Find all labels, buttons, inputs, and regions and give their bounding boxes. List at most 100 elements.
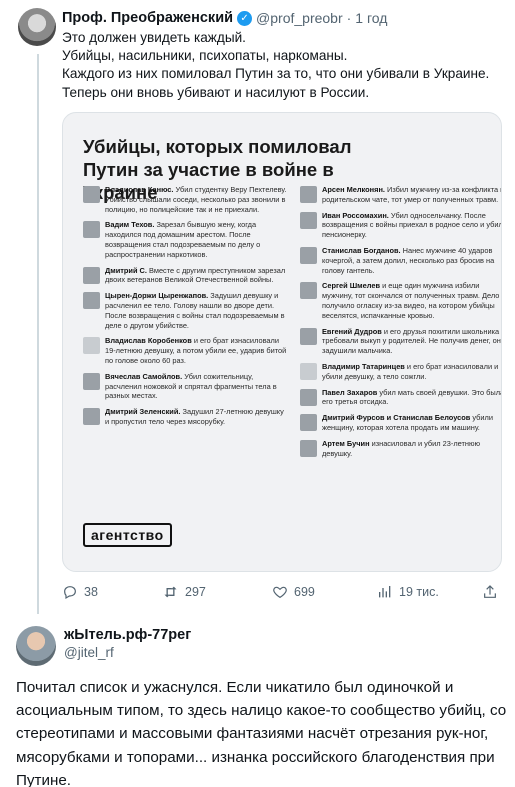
entry-text: Владимир Татаринцев и его брат изнасилов… (322, 361, 501, 382)
tweet-time[interactable]: 1 год (355, 10, 387, 26)
perpetrator-entry: Дмитрий С. Вместе с другим преступником … (83, 266, 289, 286)
portrait-photo (83, 372, 100, 390)
entry-text: Артем Бучин изнасиловал и убил 23-летнюю… (322, 438, 501, 459)
portrait-photo (83, 221, 100, 239)
entry-name: Дмитрий Фурсов и Станислав Белоусов (322, 413, 471, 423)
perpetrator-entry: Артем Бучин изнасиловал и убил 23-летнюю… (300, 438, 501, 459)
entry-text: Вячеслав Самойлов. Убил сожительницу, ра… (105, 372, 289, 401)
entry-name: Сергей Шмелев (322, 281, 381, 291)
entry-text: Дмитрий С. Вместе с другим преступником … (105, 266, 289, 286)
views-icon (379, 586, 391, 598)
agentstvo-logo: агентство (83, 523, 172, 547)
portrait-photo (300, 362, 317, 380)
perpetrator-entry: Арсен Мелконян. Избил мужчину из-за конф… (300, 185, 501, 205)
perpetrator-entry: Владислав Коробенков и его брат изнасило… (83, 336, 289, 365)
reply-button[interactable]: 38 (62, 584, 98, 600)
reply-count: 38 (84, 585, 98, 599)
entry-text: Владислав Коробенков и его брат изнасило… (105, 336, 289, 365)
author-handle[interactable]: @prof_preobr (256, 10, 343, 26)
thread-connector (37, 54, 39, 614)
views-count: 19 тис. (399, 585, 439, 599)
tweet-text: Это должен увидеть каждый. Убийцы, насил… (62, 29, 512, 102)
entry-name: Вадим Техов. (105, 220, 155, 230)
portrait-photo (83, 292, 100, 310)
author-handle[interactable]: @jitel_rf (64, 645, 114, 660)
entry-name: Иван Россомахин. (322, 210, 389, 220)
share-icon (484, 585, 496, 598)
verified-badge-icon: ✓ (237, 10, 253, 26)
tweet-line: стереотипами и массовыми фантазиями насч… (16, 725, 489, 743)
entry-text: Станислав Богданов. Нанес мужчине 40 уда… (322, 246, 501, 275)
entry-text: Владислав Канюс. Убил студентку Веру Пех… (105, 185, 289, 214)
portrait-photo (300, 282, 317, 300)
perpetrator-entry: Дмитрий Зеленский. Задушил 27-летнюю дев… (83, 407, 289, 427)
perpetrator-entry: Станислав Богданов. Нанес мужчине 40 уда… (300, 246, 501, 275)
like-button[interactable]: 699 (272, 584, 315, 600)
repost-icon (164, 586, 177, 598)
entry-text: Вадим Техов. Зарезал бывшую жену, когда … (105, 220, 289, 259)
entry-name: Арсен Мелконян. (322, 185, 385, 194)
avatar[interactable] (16, 626, 56, 666)
tweet-line: асоциальным типом, то здесь налицо какое… (16, 702, 507, 720)
portrait-photo (300, 246, 317, 264)
portrait-photo (300, 186, 317, 203)
image-right-column: Арсен Мелконян. Избил мужчину из-за конф… (300, 185, 501, 464)
portrait-photo (83, 186, 100, 203)
perpetrator-entry: Сергей Шмелев и еще один мужчина избили … (300, 281, 501, 320)
entry-text: Иван Россомахин. Убил односельчанку. Пос… (322, 210, 501, 240)
entry-name: Владислав Канюс. (105, 185, 174, 194)
entry-name: Дмитрий Зеленский. (105, 407, 181, 417)
tweet-header: Проф. Преображенский ✓ @prof_preobr · 1 … (62, 10, 387, 26)
entry-text: Сергей Шмелев и еще один мужчина избили … (322, 281, 501, 320)
perpetrator-entry: Дмитрий Фурсов и Станислав Белоусов убил… (300, 413, 501, 433)
entry-name: Евгений Дудров (322, 326, 382, 336)
entry-text: Арсен Мелконян. Избил мужчину из-за конф… (322, 185, 501, 205)
heart-icon (273, 586, 287, 599)
portrait-photo (300, 414, 317, 432)
separator: · (346, 10, 352, 26)
perpetrator-entry: Павел Захаров убил мать своей девушки. Э… (300, 387, 501, 408)
portrait-photo (83, 266, 100, 284)
perpetrator-entry: Иван Россомахин. Убил односельчанку. Пос… (300, 210, 501, 240)
portrait-photo (83, 408, 100, 426)
tweet-image[interactable]: Убийцы, которых помиловал Путин за участ… (62, 112, 502, 572)
repost-count: 297 (185, 585, 206, 599)
entry-name: Вячеслав Самойлов. (105, 371, 183, 381)
portrait-photo (83, 337, 100, 355)
entry-name: Цырен-Доржи Цыренжапов. (105, 291, 209, 301)
perpetrator-entry: Вячеслав Самойлов. Убил сожительницу, ра… (83, 372, 289, 401)
entry-text: Цырен-Доржи Цыренжапов. Задушил девушку … (105, 291, 289, 330)
entry-name: Дмитрий С. (105, 265, 147, 275)
tweet-line: Путине. (16, 771, 72, 787)
author-name[interactable]: жЫтель.рф-77рег (64, 627, 191, 643)
author-name[interactable]: Проф. Преображенский (62, 10, 233, 26)
entry-name: Владимир Татаринцев (322, 361, 405, 371)
entry-name: Павел Захаров (322, 387, 378, 397)
tweet-text: Почитал список и ужаснулся. Если чикатил… (16, 676, 508, 787)
portrait-photo (300, 327, 317, 345)
tweet-line: Это должен увидеть каждый. (62, 30, 246, 45)
portrait-photo (300, 211, 317, 229)
entry-name: Артем Бучин (322, 438, 370, 448)
tweet-line: Теперь они вновь убивают и насилуют в Ро… (62, 84, 370, 100)
perpetrator-entry: Владимир Татаринцев и его брат изнасилов… (300, 361, 501, 382)
perpetrator-entry: Вадим Техов. Зарезал бывшую жену, когда … (83, 220, 289, 259)
entry-text: Павел Захаров убил мать своей девушки. Э… (322, 387, 501, 408)
repost-button[interactable]: 297 (162, 584, 206, 600)
entry-text: Евгений Дудров и его друзья похитили шко… (322, 326, 501, 356)
tweet-line: мясорубками и топорами... изнанка россий… (16, 748, 495, 766)
tweet-line: Каждого из них помиловал Путин за то, чт… (62, 66, 490, 82)
entry-name: Владислав Коробенков (105, 336, 192, 346)
share-button[interactable] (482, 584, 504, 600)
portrait-photo (300, 388, 317, 406)
tweet-actions: 38 297 699 19 тис. (62, 584, 502, 604)
tweet-line: Почитал список и ужаснулся. Если чикатил… (16, 679, 454, 696)
avatar[interactable] (18, 8, 56, 46)
views-button[interactable]: 19 тис. (377, 584, 439, 600)
entry-text: Дмитрий Фурсов и Станислав Белоусов убил… (322, 413, 501, 433)
image-left-column: Владислав Канюс. Убил студентку Веру Пех… (83, 185, 289, 433)
reply-icon (64, 586, 76, 600)
like-count: 699 (294, 585, 315, 599)
perpetrator-entry: Цырен-Доржи Цыренжапов. Задушил девушку … (83, 291, 289, 330)
perpetrator-entry: Евгений Дудров и его друзья похитили шко… (300, 326, 501, 356)
